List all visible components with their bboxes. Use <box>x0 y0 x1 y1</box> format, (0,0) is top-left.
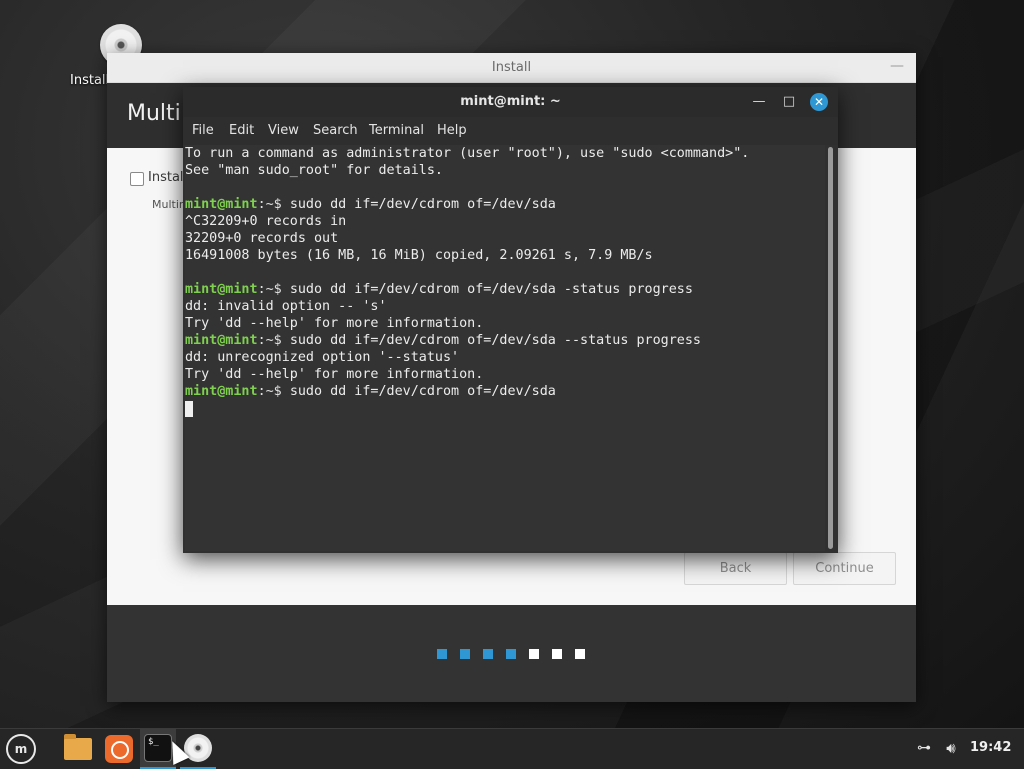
prompt-path: :~$ <box>257 197 290 212</box>
progress-step-complete <box>437 649 447 659</box>
prompt-user: mint@mint <box>185 197 258 212</box>
install-option-label: Install <box>148 170 188 185</box>
terminal-line: mint@mint:~$ sudo dd if=/dev/cdrom of=/d… <box>185 332 701 349</box>
install-option-sublabel: Multin <box>152 198 186 211</box>
install-option-checkbox[interactable] <box>130 172 144 186</box>
terminal-line-text: Try 'dd --help' for more information. <box>185 316 484 331</box>
terminal-line: 16491008 bytes (16 MB, 16 MiB) copied, 2… <box>185 247 653 264</box>
terminal-line: To run a command as administrator (user … <box>185 145 749 162</box>
terminal-titlebar[interactable]: mint@mint: ~ — □ ✕ <box>183 87 838 117</box>
terminal-line: dd: invalid option -- 's' <box>185 298 387 315</box>
prompt-path: :~$ <box>257 384 290 399</box>
prompt-user: mint@mint <box>185 333 258 348</box>
terminal-line: mint@mint:~$ sudo dd if=/dev/cdrom of=/d… <box>185 383 556 400</box>
terminal-line: 32209+0 records out <box>185 230 338 247</box>
minimize-icon[interactable]: — <box>750 93 768 111</box>
taskbar: m $_ ⊶ 🔊︎ 19:42 <box>0 728 1024 769</box>
start-menu-button[interactable]: m <box>6 734 36 764</box>
progress-step-complete <box>460 649 470 659</box>
terminal-line-text: sudo dd if=/dev/cdrom of=/dev/sda -statu… <box>289 282 693 297</box>
progress-step-pending <box>552 649 562 659</box>
volume-icon[interactable]: 🔊︎ <box>941 739 961 759</box>
menu-search[interactable]: Search <box>313 123 358 138</box>
terminal-window: mint@mint: ~ — □ ✕ File Edit View Search… <box>183 87 838 553</box>
close-icon[interactable]: ✕ <box>810 93 828 111</box>
terminal-line-text: Try 'dd --help' for more information. <box>185 367 484 382</box>
prompt-user: mint@mint <box>185 384 258 399</box>
maximize-icon[interactable]: □ <box>780 93 798 111</box>
installer-window-title: Install <box>491 60 532 75</box>
terminal-line: mint@mint:~$ sudo dd if=/dev/cdrom of=/d… <box>185 281 693 298</box>
terminal-line-text: 16491008 bytes (16 MB, 16 MiB) copied, 2… <box>185 248 653 263</box>
menu-help[interactable]: Help <box>437 123 467 138</box>
firefox-icon <box>105 735 133 763</box>
firefox-launcher[interactable] <box>102 729 136 769</box>
terminal-menubar: File Edit View Search Terminal Help <box>183 117 838 145</box>
terminal-scrollbar[interactable] <box>828 147 833 549</box>
terminal-line-text: sudo dd if=/dev/cdrom of=/dev/sda <box>289 384 556 399</box>
installer-titlebar[interactable]: Install — <box>107 53 916 83</box>
terminal-line-text: 32209+0 records out <box>185 231 339 246</box>
terminal-line-text: See "man sudo_root" for details. <box>185 163 443 178</box>
install-desktop-label: Install <box>70 73 110 88</box>
continue-button[interactable]: Continue <box>793 552 896 585</box>
minimize-icon[interactable]: — <box>888 53 906 82</box>
terminal-line: dd: unrecognized option '--status' <box>185 349 459 366</box>
installer-footer <box>107 605 916 702</box>
progress-step-pending <box>575 649 585 659</box>
menu-file[interactable]: File <box>192 123 214 138</box>
menu-edit[interactable]: Edit <box>229 123 254 138</box>
menu-view[interactable]: View <box>268 123 299 138</box>
terminal-line-text: To run a command as administrator (user … <box>185 146 750 161</box>
progress-indicator <box>437 649 598 659</box>
back-button[interactable]: Back <box>684 552 787 585</box>
progress-step-complete <box>483 649 493 659</box>
terminal-line: mint@mint:~$ sudo dd if=/dev/cdrom of=/d… <box>185 196 556 213</box>
terminal-line-text: sudo dd if=/dev/cdrom of=/dev/sda <box>289 197 556 212</box>
folder-icon <box>64 734 92 760</box>
progress-step-complete <box>506 649 516 659</box>
terminal-line: Try 'dd --help' for more information. <box>185 366 483 383</box>
terminal-line-text: dd: unrecognized option '--status' <box>185 350 460 365</box>
terminal-line: Try 'dd --help' for more information. <box>185 315 483 332</box>
desktop: Install Install — Multi Install Multin B… <box>0 0 1024 728</box>
terminal-cursor <box>185 401 193 417</box>
progress-step-pending <box>529 649 539 659</box>
prompt-user: mint@mint <box>185 282 258 297</box>
terminal-line: ^C32209+0 records in <box>185 213 346 230</box>
terminal-line-text: ^C32209+0 records in <box>185 214 347 229</box>
menu-terminal[interactable]: Terminal <box>369 123 424 138</box>
terminal-line-text: sudo dd if=/dev/cdrom of=/dev/sda --stat… <box>289 333 701 348</box>
prompt-path: :~$ <box>257 282 290 297</box>
mint-logo-icon: m <box>6 734 36 764</box>
files-launcher[interactable] <box>61 729 95 769</box>
terminal-line: See "man sudo_root" for details. <box>185 162 443 179</box>
terminal-line-text: dd: invalid option -- 's' <box>185 299 387 314</box>
prompt-path: :~$ <box>257 333 290 348</box>
clock[interactable]: 19:42 <box>970 740 1011 755</box>
terminal-output[interactable]: To run a command as administrator (user … <box>185 145 825 551</box>
terminal-title: mint@mint: ~ <box>460 94 561 109</box>
network-icon[interactable]: ⊶ <box>915 740 933 758</box>
installer-heading: Multi <box>127 101 181 126</box>
